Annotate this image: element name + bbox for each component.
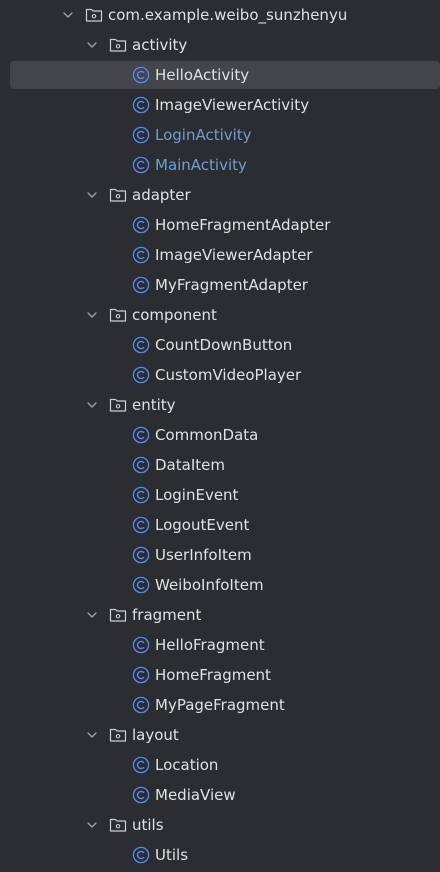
tree-class-node[interactable]: WeiboInfoItem: [0, 570, 440, 600]
chevron-down-icon[interactable]: [85, 308, 99, 322]
class-icon: [132, 516, 150, 534]
tree-class-node[interactable]: Utils: [0, 840, 440, 870]
class-icon: [132, 96, 150, 114]
class-icon: [132, 696, 150, 714]
class-icon: [132, 66, 150, 84]
tree-class-node[interactable]: HomeFragment: [0, 660, 440, 690]
tree-class-node[interactable]: HelloFragment: [0, 630, 440, 660]
package-label: com.example.weibo_sunzhenyu: [108, 6, 348, 24]
chevron-down-icon[interactable]: [85, 188, 99, 202]
class-label: HelloActivity: [155, 66, 250, 84]
class-label: LogoutEvent: [155, 516, 250, 534]
class-icon: [132, 426, 150, 444]
tree-package-node[interactable]: utils: [0, 810, 440, 840]
class-label: UserInfoItem: [155, 546, 252, 564]
tree-package-node[interactable]: activity: [0, 30, 440, 60]
class-icon: [132, 276, 150, 294]
chevron-down-icon[interactable]: [85, 608, 99, 622]
package-folder-icon: [109, 188, 127, 202]
package-folder-icon: [109, 308, 127, 322]
package-label: adapter: [132, 186, 191, 204]
package-label: layout: [132, 726, 179, 744]
chevron-down-icon[interactable]: [85, 818, 99, 832]
tree-package-node[interactable]: layout: [0, 720, 440, 750]
package-label: utils: [132, 816, 164, 834]
class-label: HomeFragment: [155, 666, 271, 684]
class-icon: [132, 126, 150, 144]
class-label: ImageViewerActivity: [155, 96, 310, 114]
class-label: MainActivity: [155, 156, 247, 174]
class-icon: [132, 786, 150, 804]
package-label: component: [132, 306, 217, 324]
chevron-down-icon[interactable]: [85, 398, 99, 412]
tree-class-node[interactable]: DataItem: [0, 450, 440, 480]
package-folder-icon: [109, 38, 127, 52]
class-label: LoginEvent: [155, 486, 239, 504]
package-label: activity: [132, 36, 188, 54]
class-label: Location: [155, 756, 219, 774]
class-icon: [132, 486, 150, 504]
tree-class-node[interactable]: LoginEvent: [0, 480, 440, 510]
chevron-down-icon[interactable]: [61, 8, 75, 22]
class-icon: [132, 756, 150, 774]
tree-class-node[interactable]: MainActivity: [0, 150, 440, 180]
class-label: MyFragmentAdapter: [155, 276, 308, 294]
class-icon: [132, 546, 150, 564]
class-icon: [132, 576, 150, 594]
tree-package-node[interactable]: component: [0, 300, 440, 330]
class-icon: [132, 246, 150, 264]
package-folder-icon: [85, 8, 103, 22]
class-label: HomeFragmentAdapter: [155, 216, 331, 234]
tree-class-node[interactable]: LoginActivity: [0, 120, 440, 150]
tree-class-node[interactable]: HomeFragmentAdapter: [0, 210, 440, 240]
class-icon: [132, 666, 150, 684]
tree-class-node[interactable]: HelloActivity: [0, 60, 440, 90]
class-label: CustomVideoPlayer: [155, 366, 302, 384]
tree-class-node[interactable]: CustomVideoPlayer: [0, 360, 440, 390]
class-label: CountDownButton: [155, 336, 293, 354]
tree-class-node[interactable]: MediaView: [0, 780, 440, 810]
class-icon: [132, 366, 150, 384]
chevron-down-icon[interactable]: [85, 728, 99, 742]
tree-class-node[interactable]: ImageViewerActivity: [0, 90, 440, 120]
class-label: LoginActivity: [155, 126, 252, 144]
tree-class-node[interactable]: CommonData: [0, 420, 440, 450]
class-label: MediaView: [155, 786, 236, 804]
class-icon: [132, 156, 150, 174]
tree-package-node[interactable]: com.example.weibo_sunzhenyu: [0, 0, 440, 30]
tree-class-node[interactable]: MyFragmentAdapter: [0, 270, 440, 300]
tree-class-node[interactable]: ImageViewerAdapter: [0, 240, 440, 270]
chevron-down-icon[interactable]: [85, 38, 99, 52]
class-icon: [132, 846, 150, 864]
package-label: entity: [132, 396, 176, 414]
package-folder-icon: [109, 818, 127, 832]
tree-package-node[interactable]: entity: [0, 390, 440, 420]
package-folder-icon: [109, 728, 127, 742]
tree-class-node[interactable]: CountDownButton: [0, 330, 440, 360]
tree-package-node[interactable]: adapter: [0, 180, 440, 210]
tree-class-node[interactable]: MyPageFragment: [0, 690, 440, 720]
tree-class-node[interactable]: LogoutEvent: [0, 510, 440, 540]
class-label: DataItem: [155, 456, 225, 474]
class-label: MyPageFragment: [155, 696, 285, 714]
class-icon: [132, 456, 150, 474]
package-folder-icon: [109, 398, 127, 412]
class-label: Utils: [155, 846, 189, 864]
tree-class-node[interactable]: UserInfoItem: [0, 540, 440, 570]
class-icon: [132, 216, 150, 234]
class-label: WeiboInfoItem: [155, 576, 264, 594]
class-icon: [132, 636, 150, 654]
class-label: CommonData: [155, 426, 259, 444]
class-label: ImageViewerAdapter: [155, 246, 313, 264]
class-icon: [132, 336, 150, 354]
package-label: fragment: [132, 606, 202, 624]
package-folder-icon: [109, 608, 127, 622]
tree-class-node[interactable]: Location: [0, 750, 440, 780]
class-label: HelloFragment: [155, 636, 265, 654]
tree-package-node[interactable]: fragment: [0, 600, 440, 630]
